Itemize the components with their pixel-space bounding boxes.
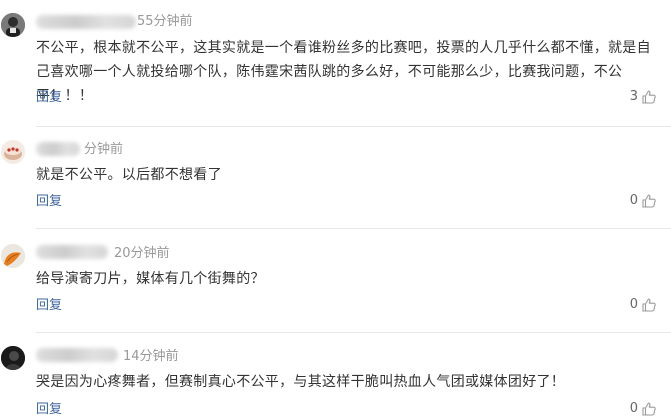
comment-timestamp: 20分钟前 [114,246,170,261]
user-avatar[interactable] [1,140,25,164]
comment-timestamp: 14分钟前 [123,349,179,364]
like-count: 0 [629,297,638,312]
reply-button[interactable]: 回复 [36,194,62,210]
comment-text: 给导演寄刀片，媒体有几个街舞的？ [36,271,265,287]
like-button[interactable]: 0 [630,400,657,418]
reply-button[interactable]: 回复 [36,298,62,314]
like-count: 0 [629,193,638,208]
comment-divider [36,126,671,127]
like-button[interactable]: 0 [630,192,657,210]
thumbs-up-icon [642,194,656,208]
thumbs-up-icon [642,402,656,416]
thumbs-up-icon [642,90,656,104]
comment-timestamp: 分钟前 [84,142,124,157]
thumbs-up-icon [642,298,656,312]
like-count: 3 [629,89,638,104]
user-avatar[interactable] [1,13,25,37]
comment-divider [36,332,671,333]
like-count: 0 [629,401,638,416]
reply-button[interactable]: 回复 [36,402,62,418]
comment-timestamp: 55分钟前 [137,14,193,29]
comment-text: 哭是因为心疼舞者，但赛制真心不公平，与其这样干脆叫热血人气团或媒体团好了！ [36,374,566,390]
username-blurred [36,245,108,259]
username-blurred [36,15,136,29]
username-blurred [36,348,118,362]
like-button[interactable]: 0 [630,296,657,314]
comment-list: 55分钟前 不公平，根本就不公平，这其实就是一个看谁粉丝多的比赛吧，投票的人几乎… [0,0,671,419]
reply-button[interactable]: 回复 [36,90,62,106]
username-blurred [36,142,80,156]
comment-divider [36,228,671,229]
user-avatar[interactable] [1,244,25,268]
user-avatar[interactable] [1,346,25,370]
like-button[interactable]: 3 [630,88,657,106]
comment-text: 不公平，根本就不公平，这其实就是一个看谁粉丝多的比赛吧，投票的人几乎什么都不懂，… [36,40,651,104]
comment-text: 就是不公平。以后都不想看了 [36,167,222,183]
